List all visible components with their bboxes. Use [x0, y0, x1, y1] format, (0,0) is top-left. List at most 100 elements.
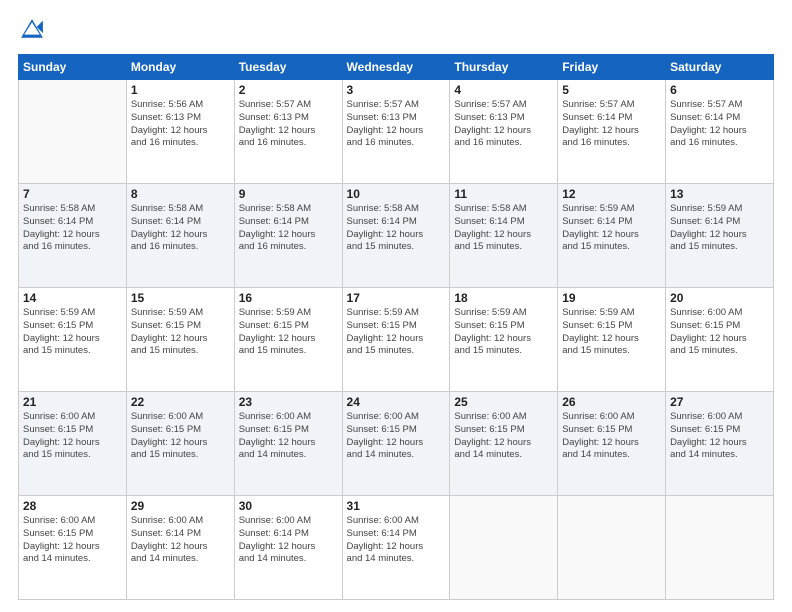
- day-number: 19: [562, 291, 661, 305]
- day-info: Sunrise: 6:00 AM Sunset: 6:15 PM Dayligh…: [347, 411, 446, 462]
- calendar-cell: [450, 496, 558, 600]
- day-number: 7: [23, 187, 122, 201]
- day-number: 13: [670, 187, 769, 201]
- day-info: Sunrise: 5:59 AM Sunset: 6:14 PM Dayligh…: [562, 203, 661, 254]
- day-number: 1: [131, 83, 230, 97]
- day-info: Sunrise: 6:00 AM Sunset: 6:14 PM Dayligh…: [347, 515, 446, 566]
- calendar-cell: 30 Sunrise: 6:00 AM Sunset: 6:14 PM Dayli…: [234, 496, 342, 600]
- day-info: Sunrise: 6:00 AM Sunset: 6:15 PM Dayligh…: [670, 411, 769, 462]
- calendar-cell: [558, 496, 666, 600]
- calendar-cell: 29 Sunrise: 6:00 AM Sunset: 6:14 PM Dayli…: [126, 496, 234, 600]
- calendar-cell: 3 Sunrise: 5:57 AM Sunset: 6:13 PM Daylig…: [342, 80, 450, 184]
- day-info: Sunrise: 5:59 AM Sunset: 6:15 PM Dayligh…: [454, 307, 553, 358]
- day-info: Sunrise: 5:59 AM Sunset: 6:14 PM Dayligh…: [670, 203, 769, 254]
- calendar-cell: 11 Sunrise: 5:58 AM Sunset: 6:14 PM Dayli…: [450, 184, 558, 288]
- calendar-cell: 16 Sunrise: 5:59 AM Sunset: 6:15 PM Dayli…: [234, 288, 342, 392]
- logo: [18, 16, 50, 44]
- day-info: Sunrise: 5:57 AM Sunset: 6:13 PM Dayligh…: [239, 99, 338, 150]
- calendar-week-row: 1 Sunrise: 5:56 AM Sunset: 6:13 PM Daylig…: [19, 80, 774, 184]
- calendar-week-row: 28 Sunrise: 6:00 AM Sunset: 6:15 PM Dayli…: [19, 496, 774, 600]
- day-info: Sunrise: 5:58 AM Sunset: 6:14 PM Dayligh…: [239, 203, 338, 254]
- day-number: 8: [131, 187, 230, 201]
- calendar-cell: 24 Sunrise: 6:00 AM Sunset: 6:15 PM Dayli…: [342, 392, 450, 496]
- day-info: Sunrise: 5:58 AM Sunset: 6:14 PM Dayligh…: [131, 203, 230, 254]
- day-number: 9: [239, 187, 338, 201]
- day-info: Sunrise: 5:59 AM Sunset: 6:15 PM Dayligh…: [562, 307, 661, 358]
- calendar-cell: 22Sunrise: 6:00 AM Sunset: 6:15 PM Dayli…: [126, 392, 234, 496]
- calendar-cell: 21 Sunrise: 6:00 AM Sunset: 6:15 PM Dayli…: [19, 392, 127, 496]
- day-number: 27: [670, 395, 769, 409]
- calendar-cell: 12 Sunrise: 5:59 AM Sunset: 6:14 PM Dayli…: [558, 184, 666, 288]
- calendar-cell: 6Sunrise: 5:57 AM Sunset: 6:14 PM Daylig…: [666, 80, 774, 184]
- day-number: 16: [239, 291, 338, 305]
- day-number: 11: [454, 187, 553, 201]
- day-number: 24: [347, 395, 446, 409]
- day-info: Sunrise: 5:58 AM Sunset: 6:14 PM Dayligh…: [23, 203, 122, 254]
- day-info: Sunrise: 5:57 AM Sunset: 6:13 PM Dayligh…: [454, 99, 553, 150]
- day-info: Sunrise: 5:56 AM Sunset: 6:13 PM Dayligh…: [131, 99, 230, 150]
- calendar-cell: 18 Sunrise: 5:59 AM Sunset: 6:15 PM Dayli…: [450, 288, 558, 392]
- day-number: 18: [454, 291, 553, 305]
- day-info: Sunrise: 5:57 AM Sunset: 6:13 PM Dayligh…: [347, 99, 446, 150]
- calendar-header-row: SundayMondayTuesdayWednesdayThursdayFrid…: [19, 55, 774, 80]
- calendar-cell: 26Sunrise: 6:00 AM Sunset: 6:15 PM Dayli…: [558, 392, 666, 496]
- day-number: 28: [23, 499, 122, 513]
- day-number: 10: [347, 187, 446, 201]
- weekday-header-monday: Monday: [126, 55, 234, 80]
- calendar-cell: 7 Sunrise: 5:58 AM Sunset: 6:14 PM Daylig…: [19, 184, 127, 288]
- calendar-cell: 5 Sunrise: 5:57 AM Sunset: 6:14 PM Daylig…: [558, 80, 666, 184]
- day-number: 29: [131, 499, 230, 513]
- day-number: 5: [562, 83, 661, 97]
- calendar-table: SundayMondayTuesdayWednesdayThursdayFrid…: [18, 54, 774, 600]
- day-info: Sunrise: 5:59 AM Sunset: 6:15 PM Dayligh…: [239, 307, 338, 358]
- weekday-header-sunday: Sunday: [19, 55, 127, 80]
- calendar-cell: 10Sunrise: 5:58 AM Sunset: 6:14 PM Dayli…: [342, 184, 450, 288]
- day-number: 31: [347, 499, 446, 513]
- day-number: 14: [23, 291, 122, 305]
- calendar-cell: 25Sunrise: 6:00 AM Sunset: 6:15 PM Dayli…: [450, 392, 558, 496]
- calendar-cell: 15 Sunrise: 5:59 AM Sunset: 6:15 PM Dayli…: [126, 288, 234, 392]
- logo-icon: [18, 16, 46, 44]
- calendar-cell: [19, 80, 127, 184]
- calendar-cell: 19 Sunrise: 5:59 AM Sunset: 6:15 PM Dayli…: [558, 288, 666, 392]
- day-info: Sunrise: 5:58 AM Sunset: 6:14 PM Dayligh…: [454, 203, 553, 254]
- day-number: 12: [562, 187, 661, 201]
- day-info: Sunrise: 6:00 AM Sunset: 6:15 PM Dayligh…: [239, 411, 338, 462]
- calendar-week-row: 14 Sunrise: 5:59 AM Sunset: 6:15 PM Dayli…: [19, 288, 774, 392]
- day-info: Sunrise: 5:57 AM Sunset: 6:14 PM Dayligh…: [670, 99, 769, 150]
- day-info: Sunrise: 6:00 AM Sunset: 6:15 PM Dayligh…: [23, 515, 122, 566]
- calendar-cell: 23Sunrise: 6:00 AM Sunset: 6:15 PM Dayli…: [234, 392, 342, 496]
- day-number: 21: [23, 395, 122, 409]
- calendar-cell: 8 Sunrise: 5:58 AM Sunset: 6:14 PM Daylig…: [126, 184, 234, 288]
- day-info: Sunrise: 5:59 AM Sunset: 6:15 PM Dayligh…: [131, 307, 230, 358]
- day-number: 3: [347, 83, 446, 97]
- page: SundayMondayTuesdayWednesdayThursdayFrid…: [0, 0, 792, 612]
- day-info: Sunrise: 6:00 AM Sunset: 6:14 PM Dayligh…: [131, 515, 230, 566]
- calendar-week-row: 21 Sunrise: 6:00 AM Sunset: 6:15 PM Dayli…: [19, 392, 774, 496]
- day-info: Sunrise: 6:00 AM Sunset: 6:14 PM Dayligh…: [239, 515, 338, 566]
- calendar-week-row: 7 Sunrise: 5:58 AM Sunset: 6:14 PM Daylig…: [19, 184, 774, 288]
- day-info: Sunrise: 5:57 AM Sunset: 6:14 PM Dayligh…: [562, 99, 661, 150]
- day-info: Sunrise: 6:00 AM Sunset: 6:15 PM Dayligh…: [23, 411, 122, 462]
- calendar-cell: 9 Sunrise: 5:58 AM Sunset: 6:14 PM Daylig…: [234, 184, 342, 288]
- weekday-header-tuesday: Tuesday: [234, 55, 342, 80]
- day-number: 20: [670, 291, 769, 305]
- day-info: Sunrise: 6:00 AM Sunset: 6:15 PM Dayligh…: [454, 411, 553, 462]
- calendar-cell: 27 Sunrise: 6:00 AM Sunset: 6:15 PM Dayli…: [666, 392, 774, 496]
- day-info: Sunrise: 6:00 AM Sunset: 6:15 PM Dayligh…: [131, 411, 230, 462]
- calendar-cell: 4Sunrise: 5:57 AM Sunset: 6:13 PM Daylig…: [450, 80, 558, 184]
- weekday-header-saturday: Saturday: [666, 55, 774, 80]
- calendar-cell: 2Sunrise: 5:57 AM Sunset: 6:13 PM Daylig…: [234, 80, 342, 184]
- day-info: Sunrise: 5:59 AM Sunset: 6:15 PM Dayligh…: [347, 307, 446, 358]
- weekday-header-wednesday: Wednesday: [342, 55, 450, 80]
- day-number: 15: [131, 291, 230, 305]
- header: [18, 16, 774, 44]
- calendar-cell: [666, 496, 774, 600]
- day-info: Sunrise: 6:00 AM Sunset: 6:15 PM Dayligh…: [670, 307, 769, 358]
- calendar-cell: 1 Sunrise: 5:56 AM Sunset: 6:13 PM Daylig…: [126, 80, 234, 184]
- calendar-cell: 28 Sunrise: 6:00 AM Sunset: 6:15 PM Dayli…: [19, 496, 127, 600]
- day-number: 30: [239, 499, 338, 513]
- calendar-cell: 31 Sunrise: 6:00 AM Sunset: 6:14 PM Dayli…: [342, 496, 450, 600]
- calendar-cell: 17Sunrise: 5:59 AM Sunset: 6:15 PM Dayli…: [342, 288, 450, 392]
- weekday-header-friday: Friday: [558, 55, 666, 80]
